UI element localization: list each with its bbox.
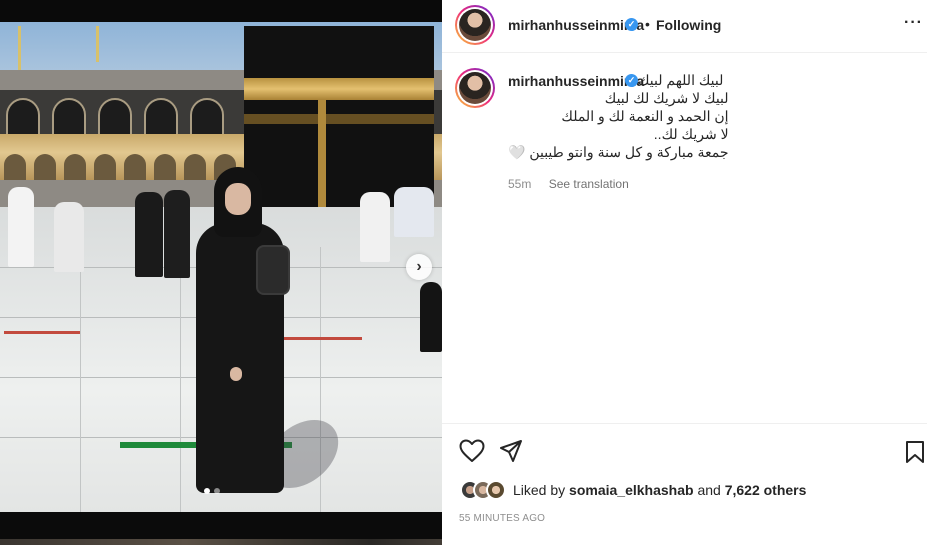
- caption-line: لا شريك لك..: [653, 126, 729, 142]
- liker-username[interactable]: somaia_elkhashab: [569, 482, 694, 498]
- post-actions: Liked by somaia_elkhashab and 7,622 othe…: [442, 423, 927, 543]
- caption-time: 55m: [508, 177, 532, 191]
- carousel-indicator: [204, 488, 220, 494]
- carousel-dot: [214, 488, 220, 494]
- header-username[interactable]: mirhanhusseinmima: [508, 17, 644, 33]
- separator-dot: •: [645, 16, 650, 32]
- avatar[interactable]: [455, 5, 495, 45]
- caption-avatar[interactable]: [455, 68, 495, 108]
- caption-line: إن الحمد و النعمة لك و الملك: [561, 108, 729, 124]
- see-translation-link[interactable]: See translation: [549, 177, 629, 191]
- post-modal: › mirhanhusseinmima ✓ • Following ··· mi…: [0, 0, 927, 545]
- carousel-dot: [204, 488, 210, 494]
- bookmark-icon[interactable]: [905, 440, 925, 464]
- post-header: mirhanhusseinmima ✓ • Following ···: [442, 0, 927, 53]
- liker-avatar[interactable]: [486, 480, 506, 500]
- heart-icon[interactable]: [459, 439, 485, 463]
- following-button[interactable]: Following: [656, 17, 721, 33]
- verified-badge-icon: ✓: [625, 18, 638, 31]
- likes-connector: and: [697, 482, 721, 498]
- caption-line: لبيك اللهم لبيك: [638, 72, 724, 88]
- caption-username[interactable]: mirhanhusseinmima: [508, 73, 644, 89]
- likes-prefix: Liked by: [513, 482, 566, 498]
- likes-row: Liked by somaia_elkhashab and 7,622 othe…: [460, 480, 806, 500]
- caption-text: لبيك لا شريك لك لبيك إن الحمد و النعمة ل…: [508, 89, 729, 161]
- verified-badge-icon: ✓: [625, 74, 638, 87]
- caption-area: mirhanhusseinmima ✓ لبيك اللهم لبيك لبيك…: [442, 53, 927, 423]
- likes-text: Liked by somaia_elkhashab and 7,622 othe…: [513, 482, 806, 498]
- post-timestamp[interactable]: 55 MINUTES AGO: [459, 513, 545, 524]
- caption-line: لبيك لا شريك لك لبيك: [604, 90, 729, 106]
- post-image: ›: [0, 22, 442, 512]
- post-side-panel: mirhanhusseinmima ✓ • Following ··· mirh…: [442, 0, 927, 545]
- chevron-right-icon: ›: [416, 258, 422, 275]
- likes-count[interactable]: 7,622 others: [725, 482, 807, 498]
- woman-figure: [192, 167, 290, 497]
- caption-line: جمعة مباركة و كل سنة وانتو طيبين 🤍: [508, 144, 729, 160]
- next-image-button[interactable]: ›: [406, 254, 432, 280]
- share-icon[interactable]: [499, 439, 523, 463]
- caption-meta: 55m See translation: [508, 177, 629, 191]
- more-options-icon[interactable]: ···: [904, 14, 923, 32]
